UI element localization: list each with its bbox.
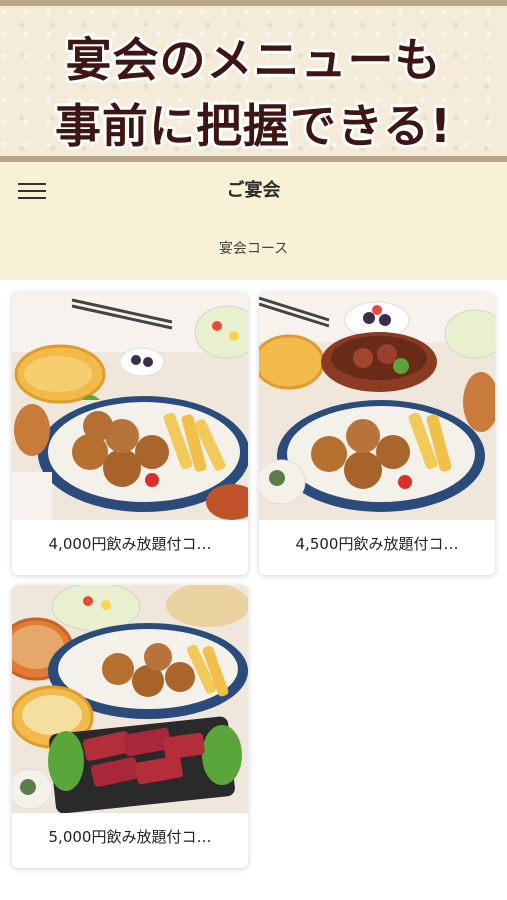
page-header: ご宴会 宴会コース	[0, 162, 507, 280]
course-image	[12, 292, 248, 520]
course-card[interactable]: 5,000円飲み放題付コ…	[12, 585, 248, 868]
course-card[interactable]: 4,000円飲み放題付コ…	[12, 292, 248, 575]
course-title: 4,500円飲み放題付コ…	[295, 535, 459, 553]
course-image	[12, 585, 248, 813]
course-image	[259, 292, 495, 520]
section-label: 宴会コース	[218, 241, 289, 257]
banner-headline-line1: 宴会のメニューも	[65, 33, 442, 87]
banner-headline-line2: 事前に把握できる!	[54, 99, 453, 153]
page-title: ご宴会	[226, 180, 281, 201]
course-title: 5,000円飲み放題付コ…	[48, 828, 212, 846]
course-title: 4,000円飲み放題付コ…	[48, 535, 212, 553]
promo-banner: 宴会のメニューも 事前に把握できる!	[0, 0, 507, 162]
course-card[interactable]: 4,500円飲み放題付コ…	[259, 292, 495, 575]
